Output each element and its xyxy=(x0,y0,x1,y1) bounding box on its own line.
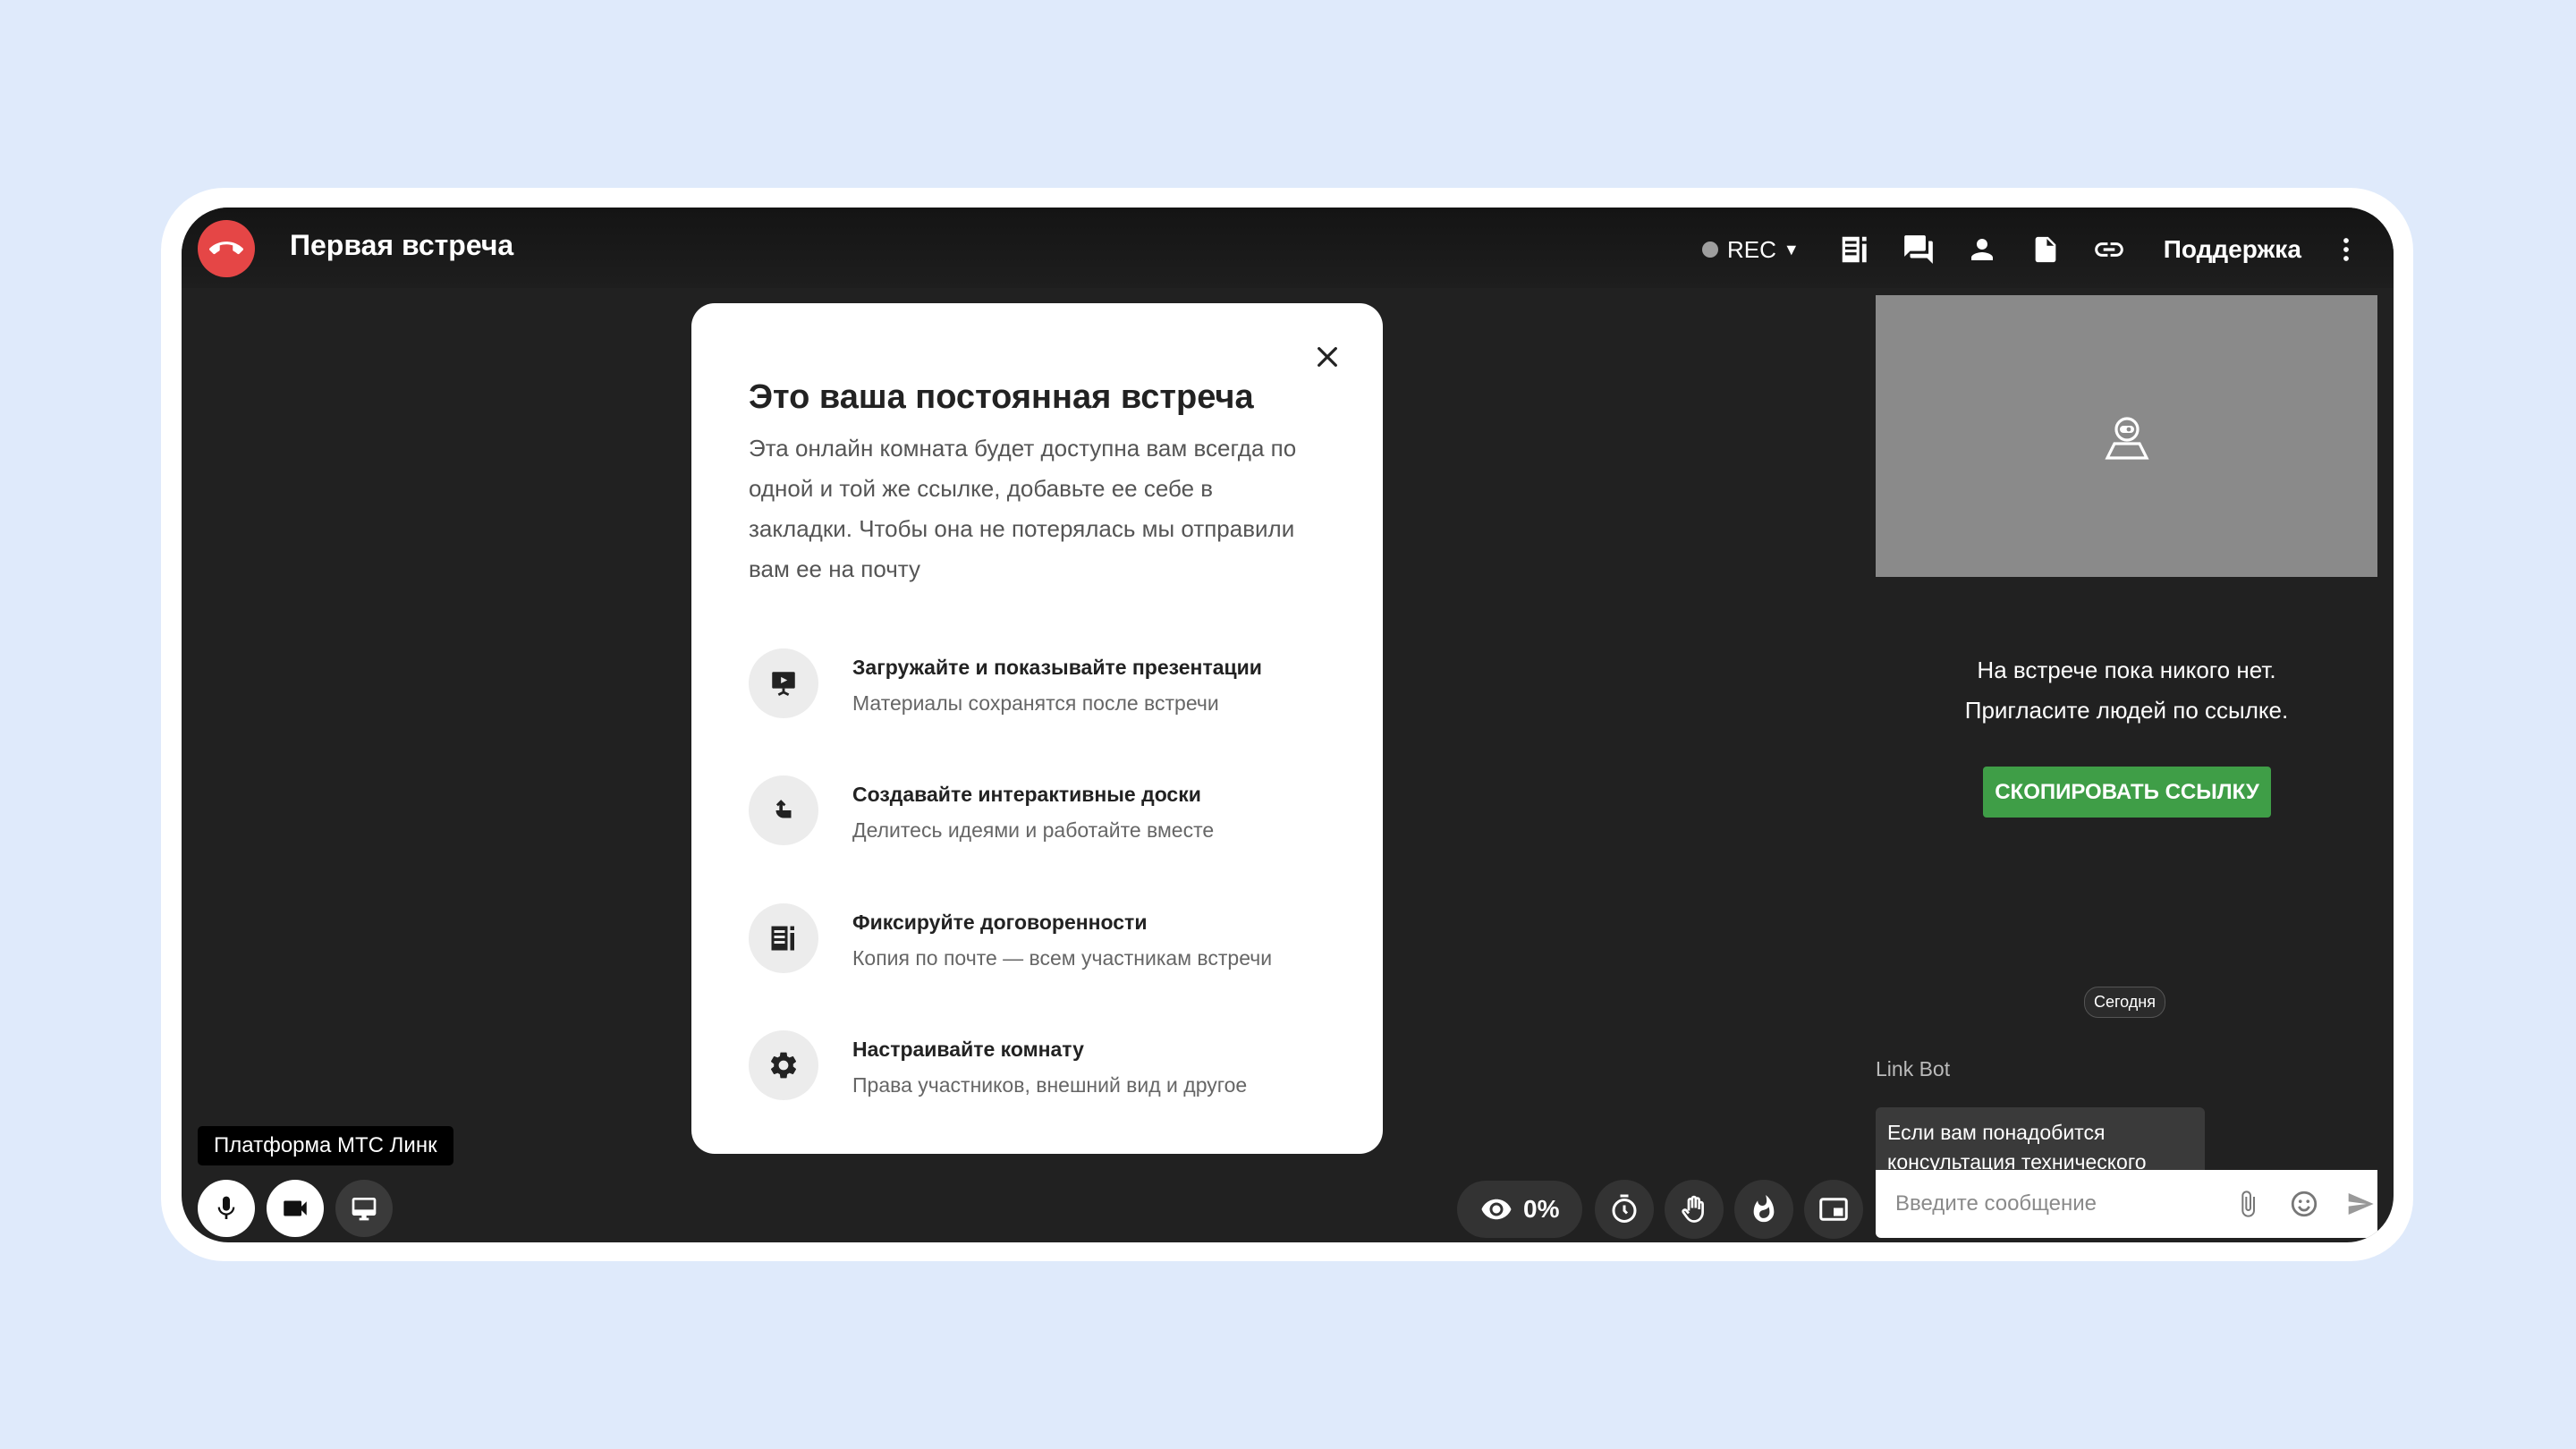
agenda-button[interactable] xyxy=(1835,230,1875,269)
feature-subtitle: Копия по почте — всем участникам встречи xyxy=(852,946,1273,970)
self-video-tile xyxy=(1876,295,2377,577)
feature-title: Фиксируйте договоренности xyxy=(852,911,1148,934)
send-button[interactable] xyxy=(2343,1186,2377,1222)
layout-button[interactable] xyxy=(1804,1180,1864,1239)
feature-item: Загружайте и показывайте презентации Мат… xyxy=(749,648,1339,720)
more-icon xyxy=(2343,238,2349,261)
bot-name: Link Bot xyxy=(1876,1057,1951,1080)
hangup-button[interactable] xyxy=(198,220,255,277)
empty-room-line2: Пригласите людей по ссылке. xyxy=(1964,697,2289,724)
meeting-window: Первая встреча REC ▼ Поддержка Это ваша … xyxy=(182,208,2394,1242)
close-button[interactable] xyxy=(1313,343,1342,371)
empty-room-message: На встрече пока никого нет. Пригласите л… xyxy=(1876,650,2377,731)
chat-input-bar xyxy=(1876,1170,2377,1238)
support-link[interactable]: Поддержка xyxy=(2164,235,2301,264)
feature-item: Фиксируйте договоренности Копия по почте… xyxy=(749,903,1339,975)
microphone-button[interactable] xyxy=(198,1180,255,1237)
feature-title: Загружайте и показывайте презентации xyxy=(852,656,1262,679)
attention-value: 0% xyxy=(1523,1195,1560,1223)
feature-subtitle: Делитесь идеями и работайте вместе xyxy=(852,818,1215,842)
paperclip-icon xyxy=(2241,1191,2256,1217)
agenda-icon xyxy=(1842,236,1867,263)
top-bar: Первая встреча REC ▼ Поддержка xyxy=(182,208,2394,288)
eye-icon xyxy=(1481,1199,1512,1220)
top-actions: REC ▼ Поддержка xyxy=(1702,227,2355,272)
camera-button[interactable] xyxy=(267,1180,324,1237)
emoji-button[interactable] xyxy=(2287,1186,2322,1222)
chat-icon xyxy=(1903,235,1933,264)
attention-button[interactable]: 0% xyxy=(1457,1181,1583,1238)
record-label: REC xyxy=(1727,235,1776,263)
copy-link-button[interactable] xyxy=(2089,230,2129,269)
raise-hand-button[interactable] xyxy=(1665,1180,1724,1239)
record-dot-icon xyxy=(1702,242,1718,258)
link-icon xyxy=(2094,242,2123,257)
emoji-icon xyxy=(2291,1191,2318,1217)
date-badge: Сегодня xyxy=(2084,987,2165,1018)
chat-button[interactable] xyxy=(1899,230,1938,269)
fire-icon xyxy=(1754,1194,1775,1223)
media-controls xyxy=(198,1180,404,1237)
timer-icon xyxy=(1612,1194,1637,1223)
send-icon xyxy=(2348,1193,2374,1215)
screen-share-icon xyxy=(352,1198,377,1221)
chevron-down-icon: ▼ xyxy=(1783,240,1800,258)
feature-title: Настраивайте комнату xyxy=(852,1038,1084,1061)
dialog-title: Это ваша постоянная встреча xyxy=(749,378,1254,416)
feature-subtitle: Права участников, внешний вид и другое xyxy=(852,1073,1248,1097)
record-button[interactable]: REC ▼ xyxy=(1702,236,1800,264)
feature-title: Создавайте интерактивные доски xyxy=(852,783,1201,806)
phone-hangup-icon xyxy=(209,242,243,255)
document-button[interactable] xyxy=(2026,230,2065,269)
participants-icon xyxy=(1970,239,1993,260)
document-icon xyxy=(2035,236,2056,263)
presentation-icon xyxy=(749,648,818,718)
agreements-icon xyxy=(749,903,818,973)
feature-subtitle: Материалы сохранятся после встречи xyxy=(852,691,1219,715)
feature-item: Настраивайте комнату Права участников, в… xyxy=(749,1030,1339,1102)
screen-share-button[interactable] xyxy=(335,1180,393,1237)
video-camera-icon xyxy=(284,1200,307,1216)
platform-label: Платформа МТС Линк xyxy=(198,1126,453,1165)
dialog-description: Эта онлайн комната будет доступна вам вс… xyxy=(749,435,1297,582)
timer-button[interactable] xyxy=(1595,1180,1655,1239)
close-icon xyxy=(1318,347,1337,367)
attach-button[interactable] xyxy=(2231,1186,2266,1222)
feature-item: Создавайте интерактивные доски Делитесь … xyxy=(749,775,1339,847)
meeting-title: Первая встреча xyxy=(290,229,514,261)
microphone-icon xyxy=(217,1196,235,1219)
copy-link-cta-button[interactable]: СКОПИРОВАТЬ ССЫЛКУ xyxy=(1983,767,2271,818)
participants-button[interactable] xyxy=(1962,230,2002,269)
camera-off-icon xyxy=(2104,416,2149,460)
settings-icon xyxy=(749,1030,818,1100)
welcome-dialog: Это ваша постоянная встреча Эта онлайн к… xyxy=(691,303,1383,1154)
meeting-tools: 0% xyxy=(1457,1180,1874,1239)
hand-icon xyxy=(1682,1195,1705,1223)
message-input[interactable] xyxy=(1894,1191,2209,1217)
picture-in-picture-icon xyxy=(1819,1198,1849,1221)
more-button[interactable] xyxy=(2337,230,2355,269)
bot-message: Если вам понадобится консультация технич… xyxy=(1876,1107,2205,1179)
empty-room-line1: На встрече пока никого нет. xyxy=(1977,657,2276,683)
reactions-button[interactable] xyxy=(1734,1180,1794,1239)
whiteboard-icon xyxy=(749,775,818,845)
